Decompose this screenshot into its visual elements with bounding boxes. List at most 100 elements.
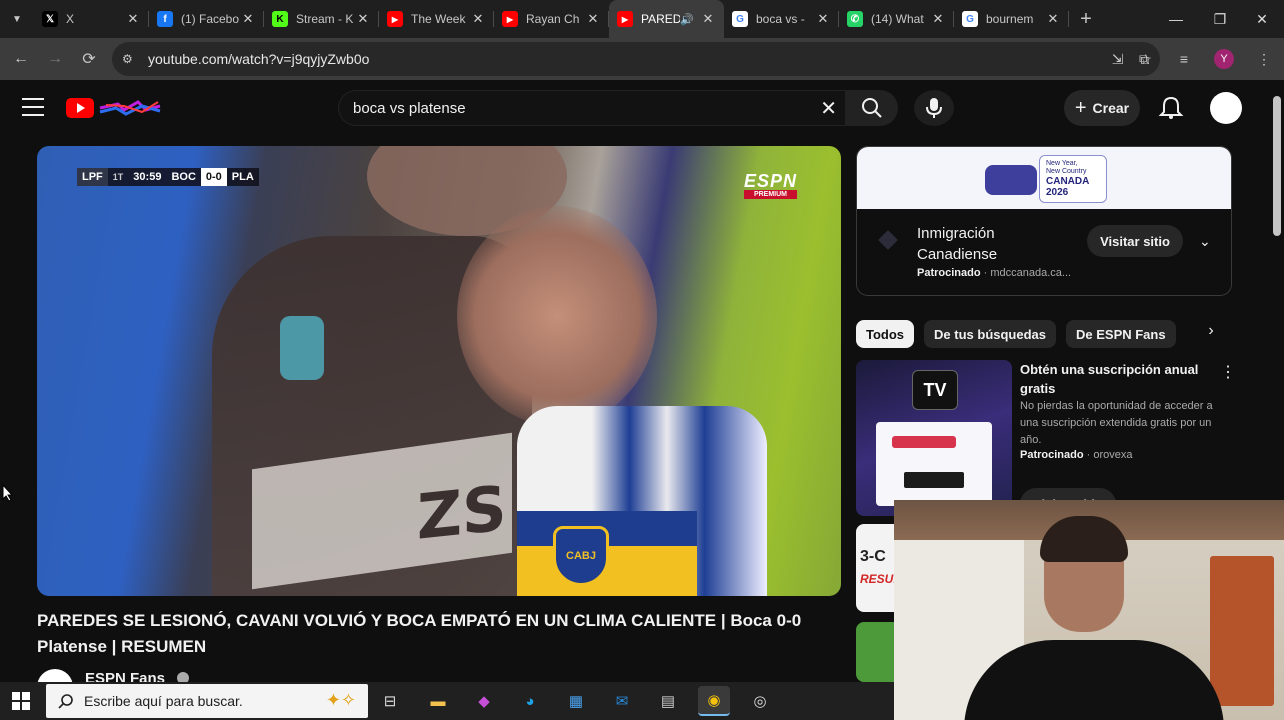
tab-title: boca vs - — [756, 12, 805, 26]
extensions-icon[interactable]: ⧉ — [1124, 51, 1164, 68]
ad-banner-line3: CANADA — [1046, 176, 1090, 187]
rec-thumbnail-card — [876, 422, 992, 506]
file-explorer-icon[interactable]: ▬ — [422, 686, 454, 716]
tab-close-icon[interactable]: ✕ — [1045, 11, 1061, 27]
taskbar-search[interactable]: Escribe aquí para buscar. ✦✧ — [46, 684, 368, 718]
scorebug-clock: 30:59 — [133, 171, 162, 183]
tab-close-icon[interactable]: ✕ — [815, 11, 831, 27]
browser-tab[interactable]: Gboca vs - ✕ — [724, 0, 839, 38]
scorebug: LPF 1T 30:59 BOC 0-0 PLA — [77, 168, 259, 186]
ad-visit-site-button[interactable]: Visitar sitio — [1087, 225, 1183, 257]
chip-from-searches[interactable]: De tus búsquedas — [924, 320, 1056, 348]
chevron-right-icon[interactable]: › — [1198, 322, 1224, 348]
create-label: Crear — [1092, 100, 1130, 116]
browser-tab[interactable]: K Stream - K ✕ — [264, 0, 379, 38]
minimize-button[interactable]: — — [1154, 0, 1198, 38]
install-app-icon[interactable]: ⇲ — [1112, 51, 1124, 68]
browser-tab[interactable]: 𝕏 X ✕ — [34, 0, 149, 38]
ad-banner-line1: New Year, — [1046, 160, 1078, 167]
windows-badge — [904, 472, 964, 488]
rec-title[interactable]: Obtén una suscripción anual gratis — [1020, 360, 1216, 398]
ad-banner[interactable]: New Year, New Country CANADA 2026 — [857, 147, 1231, 209]
create-button[interactable]: + Crear — [1064, 90, 1140, 126]
recommended-ad[interactable]: TV Obtén una suscripción anual gratis No… — [856, 360, 1236, 520]
video-player[interactable]: ZS CABJ LPF 1T 30:59 BOC 0-0 PLA ESPN PR… — [37, 146, 841, 596]
tab-close-icon[interactable]: ✕ — [700, 11, 716, 27]
tab-search-chevron-icon[interactable]: ▼ — [0, 0, 34, 38]
browser-tab[interactable]: ▶ The Week ✕ — [379, 0, 494, 38]
edge-icon[interactable]: ◕ — [514, 686, 546, 716]
kick-icon: K — [272, 11, 288, 27]
clear-search-icon[interactable]: ✕ — [820, 96, 837, 121]
mouse-cursor-icon — [2, 484, 14, 502]
browser-tab[interactable]: ▶ PARED 🔊 ✕ — [609, 0, 724, 38]
rec-thumbnail[interactable]: TV — [856, 360, 1012, 516]
photos-icon[interactable]: ▤ — [652, 686, 684, 716]
rec-advertiser: orovexa — [1093, 449, 1133, 461]
youtube-logo[interactable] — [66, 96, 162, 120]
advertiser-logo-icon — [878, 230, 898, 250]
tab-audio-icon[interactable]: 🔊 — [680, 13, 694, 26]
espn-logo: ESPN PREMIUM — [743, 172, 797, 199]
chrome-icon[interactable]: ◉ — [698, 686, 730, 716]
ad-title[interactable]: Inmigración Canadiense — [917, 223, 1047, 265]
chip-from-channel[interactable]: De ESPN Fans — [1066, 320, 1176, 348]
site-info-icon[interactable]: ⚙ — [122, 52, 140, 66]
ad-banner-line4: 2026 — [1046, 187, 1069, 198]
windows-start-icon[interactable] — [12, 692, 30, 710]
account-avatar[interactable] — [1210, 92, 1242, 124]
scrollbar-thumb[interactable] — [1273, 96, 1281, 236]
tab-title: bournem — [986, 12, 1034, 26]
more-options-icon[interactable]: ⋮ — [1220, 362, 1236, 382]
forward-button[interactable]: → — [38, 42, 72, 76]
browser-tab[interactable]: ▶ Rayan Ch ✕ — [494, 0, 609, 38]
restore-button[interactable]: ❐ — [1198, 0, 1242, 38]
obs-icon[interactable]: ◎ — [744, 686, 776, 716]
shirt-sponsor-text: ZS — [417, 471, 507, 554]
tab-list: 𝕏 X ✕ f (1) Facebo ✕ K Stream - K ✕ ▶ The Week ✕ ▶ Ra… — [34, 0, 1069, 38]
tab-title: Rayan Ch — [526, 12, 580, 26]
youtube-icon: ▶ — [617, 11, 633, 27]
back-button[interactable]: ← — [4, 42, 38, 76]
facebook-icon: f — [157, 11, 173, 27]
search-input[interactable]: boca vs platense ✕ — [338, 90, 846, 126]
rec-thumbnail-2[interactable]: 3-C RESUM — [856, 524, 896, 612]
chrome-menu-icon[interactable]: ⋮ — [1244, 51, 1284, 68]
tab-close-icon[interactable]: ✕ — [240, 11, 256, 27]
tab-close-icon[interactable]: ✕ — [470, 11, 486, 27]
notifications-bell-icon[interactable] — [1158, 96, 1184, 120]
tab-close-icon[interactable]: ✕ — [930, 11, 946, 27]
browser-tab[interactable]: f (1) Facebo ✕ — [149, 0, 264, 38]
tab-close-icon[interactable]: ✕ — [355, 11, 371, 27]
chevron-down-icon[interactable]: ⌄ — [1199, 233, 1211, 250]
browser-tab[interactable]: ✆ (14) What ✕ — [839, 0, 954, 38]
browser-tab[interactable]: Gbournem ✕ — [954, 0, 1069, 38]
rec-sponsor-line: Patrocinado · orovexa — [1020, 449, 1133, 461]
address-bar[interactable]: ⚙ youtube.com/watch?v=j9qyjyZwb0o ⇲ ☆ — [112, 42, 1160, 76]
reload-button[interactable]: ⟳ — [72, 42, 106, 76]
rec-thumbnail-pill — [892, 436, 956, 448]
search-icon — [862, 98, 882, 118]
task-view-icon[interactable]: ⊟ — [374, 686, 406, 716]
rec2-line1: 3-C — [860, 548, 886, 565]
voice-search-button[interactable] — [914, 90, 954, 126]
tab-close-icon[interactable]: ✕ — [125, 11, 141, 27]
profile-avatar[interactable]: Y — [1214, 49, 1234, 69]
media-control-icon[interactable]: ≡ — [1164, 51, 1204, 67]
rec-thumbnail-3[interactable] — [856, 622, 896, 682]
menu-icon[interactable] — [22, 98, 44, 118]
league-patch — [280, 316, 324, 380]
outlook-icon[interactable]: ✉ — [606, 686, 638, 716]
new-tab-button[interactable]: + — [1069, 8, 1103, 31]
chip-all[interactable]: Todos — [856, 320, 915, 348]
tradingview-logo: TV — [912, 370, 958, 410]
youtube-icon: ▶ — [502, 11, 518, 27]
close-window-button[interactable]: ✕ — [1240, 0, 1284, 38]
sponsored-ad-card[interactable]: New Year, New Country CANADA 2026 Inmigr… — [856, 146, 1232, 296]
espn-premium-text: PREMIUM — [743, 190, 797, 199]
search-button[interactable] — [846, 90, 898, 126]
store-icon[interactable]: ▦ — [560, 686, 592, 716]
tab-close-icon[interactable]: ✕ — [585, 11, 601, 27]
tab-title: The Week — [411, 12, 466, 26]
copilot-icon[interactable]: ◆ — [468, 686, 500, 716]
